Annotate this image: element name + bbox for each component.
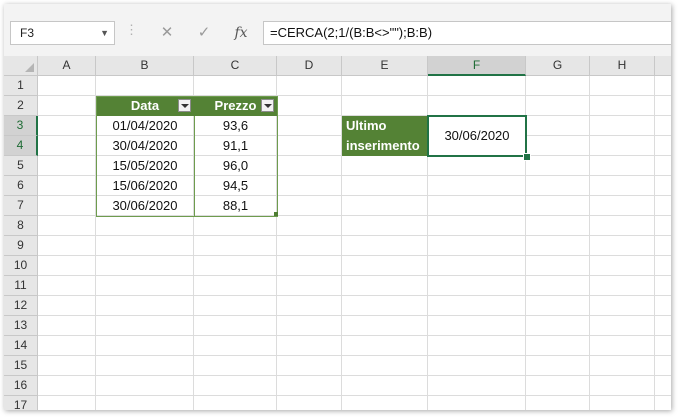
label-line-2: inserimento (346, 138, 420, 153)
row-header-7[interactable]: 7 (4, 196, 38, 216)
row-header-9[interactable]: 9 (4, 236, 38, 256)
filter-dropdown-icon[interactable] (261, 99, 274, 112)
row-header-14[interactable]: 14 (4, 336, 38, 356)
select-all-button[interactable] (4, 56, 38, 76)
column-header-e[interactable]: E (342, 56, 428, 76)
row-header-15[interactable]: 15 (4, 356, 38, 376)
column-header-d[interactable]: D (277, 56, 342, 76)
row-header-4[interactable]: 4 (4, 136, 38, 156)
row-header-5[interactable]: 5 (4, 156, 38, 176)
row-header-1[interactable]: 1 (4, 76, 38, 96)
table-cell-date[interactable]: 30/04/2020 (96, 136, 194, 156)
column-header-partial (655, 56, 671, 76)
formula-bar-grip-icon: ⋮ (125, 22, 138, 37)
table-header-data[interactable]: Data (96, 96, 194, 116)
name-box[interactable]: F3 ▼ (10, 21, 115, 45)
name-box-value: F3 (20, 26, 35, 40)
row-header-10[interactable]: 10 (4, 256, 38, 276)
label-ultimo-inserimento[interactable]: Ultimo inserimento (342, 116, 428, 156)
column-header-c[interactable]: C (194, 56, 277, 76)
insert-function-icon[interactable]: fx (226, 21, 256, 45)
table-cell-price[interactable]: 94,5 (194, 176, 277, 196)
table-header-prezzo[interactable]: Prezzo (194, 96, 277, 116)
cancel-icon[interactable]: ✕ (152, 21, 182, 45)
table-cell-date[interactable]: 15/05/2020 (96, 156, 194, 176)
row-header-13[interactable]: 13 (4, 316, 38, 336)
table-cell-date[interactable]: 01/04/2020 (96, 116, 194, 136)
formula-bar: F3 ▼ ⋮ ✕ ✓ fx =CERCA(2;1/(B:B<>"");B:B) (4, 4, 671, 57)
row-header-2[interactable]: 2 (4, 96, 38, 116)
cell-area[interactable]: Data Prezzo 01/04/2020 93,6 30/04/2020 9… (38, 76, 671, 410)
column-header-g[interactable]: G (526, 56, 590, 76)
enter-icon[interactable]: ✓ (189, 21, 219, 45)
row-header-3[interactable]: 3 (4, 116, 38, 136)
table-cell-price[interactable]: 91,1 (194, 136, 277, 156)
label-line-1: Ultimo (346, 118, 387, 133)
column-header-a[interactable]: A (38, 56, 96, 76)
table-cell-date[interactable]: 15/06/2020 (96, 176, 194, 196)
table-cell-price[interactable]: 88,1 (194, 196, 277, 216)
table-cell-price[interactable]: 96,0 (194, 156, 277, 176)
table-header-label: Prezzo (214, 98, 257, 113)
row-header-8[interactable]: 8 (4, 216, 38, 236)
excel-window: F3 ▼ ⋮ ✕ ✓ fx =CERCA(2;1/(B:B<>"");B:B) … (4, 4, 671, 410)
row-header-17[interactable]: 17 (4, 396, 38, 410)
fill-handle-icon[interactable] (523, 153, 531, 161)
column-header-h[interactable]: H (590, 56, 655, 76)
row-header-11[interactable]: 11 (4, 276, 38, 296)
table-resize-handle-icon[interactable] (274, 212, 278, 216)
row-header-12[interactable]: 12 (4, 296, 38, 316)
column-header-b[interactable]: B (96, 56, 194, 76)
table-header-label: Data (130, 98, 160, 113)
row-header-16[interactable]: 16 (4, 376, 38, 396)
active-cell-f3[interactable]: 30/06/2020 (427, 115, 527, 157)
row-header-6[interactable]: 6 (4, 176, 38, 196)
table-cell-price[interactable]: 93,6 (194, 116, 277, 136)
name-box-dropdown-icon[interactable]: ▼ (100, 22, 109, 44)
filter-dropdown-icon[interactable] (178, 99, 191, 112)
formula-input[interactable]: =CERCA(2;1/(B:B<>"");B:B) (263, 21, 671, 45)
table-cell-date[interactable]: 30/06/2020 (96, 196, 194, 216)
column-header-f[interactable]: F (428, 56, 526, 76)
